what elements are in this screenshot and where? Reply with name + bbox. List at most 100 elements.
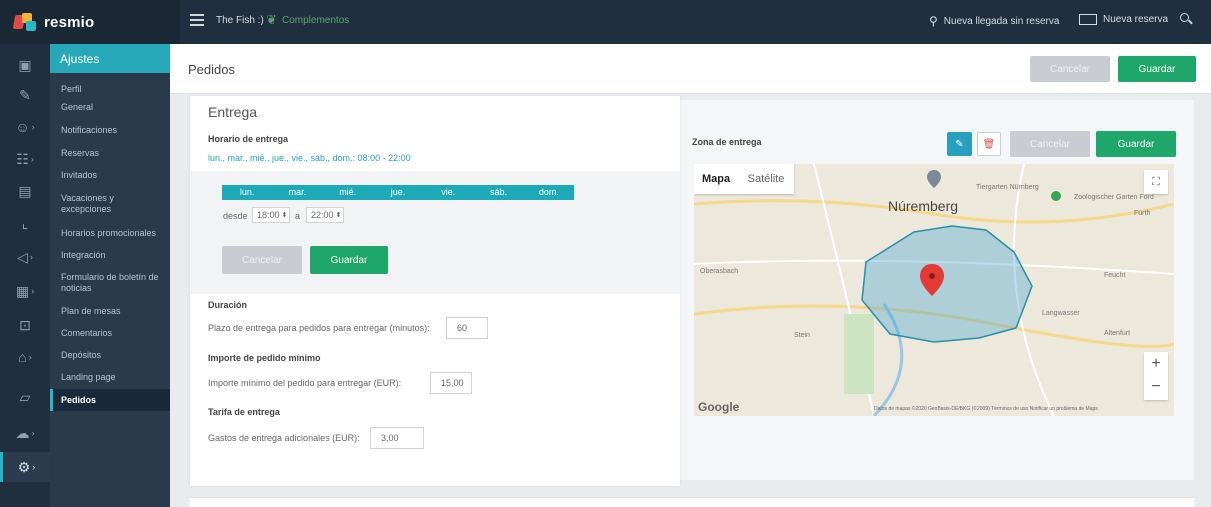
fee-input[interactable]: 3,00 [370,427,424,449]
select-arrow-icon: ⬍ [335,212,342,219]
orders-icon[interactable]: ☷ › [0,144,50,174]
submenu-item-pedidos[interactable]: Pedidos [50,389,170,411]
duration-label: Duración [208,300,248,310]
zoom-in-icon[interactable]: + [1144,352,1168,376]
city-label: Núremberg [888,198,959,214]
walkin-button[interactable]: ⚲ Nueva llegada sin reserva [929,14,1059,28]
place-label: Zoologischer Garten Ford [1074,194,1154,201]
submenu-item-perfil[interactable]: Perfil [50,84,170,95]
top-bar: resmio The Fish :) ⌄ ❦ Complementos ⚲ Nuev… [0,0,1211,44]
zone-label: Zona de entrega [692,137,762,147]
delivery-map[interactable]: Mapa Satélite ⛶ Núremberg Tiergarten Nür… [694,164,1174,416]
place-label: Stein [794,332,810,339]
zoom-control: + − [1144,352,1168,400]
place-label: Tiergarten Nürnberg [976,184,1039,191]
park-area [844,314,874,394]
schedule-label: Horario de entrega [208,134,289,144]
place-label: Feucht [1104,272,1126,279]
map-tab[interactable]: Mapa [694,164,738,194]
day-mon[interactable]: lun. [222,185,272,200]
submenu-item-boletin[interactable]: Formulario de boletín de [50,272,170,283]
submenu-item-boletin-2[interactable]: noticias [50,283,170,294]
walkin-label: Nueva llegada sin reserva [943,15,1060,27]
day-thu[interactable]: jue. [373,185,423,200]
place-label: Altenfurt [1104,330,1131,337]
submenu-item-comentarios[interactable]: Comentarios [50,328,170,339]
messages-icon[interactable]: ▤ [0,176,50,206]
day-tue[interactable]: mar. [272,185,322,200]
settings-icon[interactable]: ⚙ › [0,452,50,482]
duration-input[interactable]: 60 [446,317,488,339]
fee-label: Tarifa de entrega [208,407,280,417]
page-title: Pedidos [188,62,235,77]
place-label: Langwasser [1042,310,1080,317]
day-wed[interactable]: mié. [323,185,373,200]
submenu-header: Ajustes [50,44,170,73]
from-time-select[interactable]: 18:00 ⬍ [252,207,290,223]
from-label: desde [223,211,248,221]
day-sun[interactable]: dom. [524,185,574,200]
logo-text: resmio [44,13,95,31]
submenu-item-reservas[interactable]: Reservas [50,148,170,159]
schedule-editor: lun. mar. mié. jue. vie. sáb. dom. desde… [190,171,680,294]
day-sat[interactable]: sáb. [473,185,523,200]
cancel-button[interactable]: Cancelar [1030,56,1110,82]
table-icon[interactable]: ⊡ [0,310,50,340]
submenu-item-invitados[interactable]: Invitados [50,170,170,181]
to-time-select[interactable]: 22:00 ⬍ [306,207,344,223]
submenu-item-integracion[interactable]: Integración [50,250,170,261]
pen-icon[interactable]: ✎ [0,80,50,110]
satellite-tab[interactable]: Satélite [738,164,794,194]
schedule-save-button[interactable]: Guardar [310,246,388,274]
submenu-item-vacaciones[interactable]: Vacaciones y [50,193,170,204]
edit-zone-button[interactable]: ✎ [947,132,972,156]
min-order-input[interactable]: 15,00 [430,372,472,394]
day-selector: lun. mar. mié. jue. vie. sáb. dom. [222,185,574,200]
page-header: Pedidos Cancelar Guardar [170,44,1211,94]
pencil-icon: ✎ [955,138,964,150]
guests-icon[interactable]: ☺ › [0,112,50,142]
logo[interactable]: resmio [0,0,180,44]
zone-save-button[interactable]: Guardar [1096,131,1176,157]
from-time-value: 18:00 [257,210,280,220]
zone-cancel-button[interactable]: Cancelar [1010,131,1090,157]
venue-name: The Fish :) [216,15,264,26]
duration-text: Plazo de entrega para pedidos para entre… [208,323,430,333]
icon-rail: ▣ ✎ ☺ › ☷ › ▤ ⌞ ◁ › ▦ › ⊡ ⌂ › ▱ ☁ › ⚙ › [0,44,50,507]
new-reservation-label: Nueva reserva [1103,14,1169,25]
ticket-icon [1079,14,1097,25]
submenu-item-landing[interactable]: Landing page [50,372,170,383]
trash-icon: 🗑 [982,138,996,150]
submenu-item-vacaciones-2[interactable]: excepciones [50,204,170,215]
hamburger-menu-icon[interactable] [190,14,204,26]
calendar-icon[interactable]: ▣ [0,50,50,80]
save-button[interactable]: Guardar [1118,56,1196,82]
new-reservation-button[interactable]: Nueva reserva [1079,14,1168,25]
submenu-item-depositos[interactable]: Depósitos [50,350,170,361]
marketing-icon[interactable]: ◁ › [0,242,50,272]
map-attribution[interactable]: Datos de mapas ©2020 GeoBasis-DE/BKG (©2… [874,406,1098,412]
zoom-out-icon[interactable]: − [1144,376,1168,400]
complements-link[interactable]: Complementos [282,15,349,26]
walking-person-icon: ⚲ [929,14,938,28]
gift-icon[interactable]: ⌂ › [0,342,50,372]
search-icon[interactable] [1180,13,1193,25]
fullscreen-icon[interactable]: ⛶ [1144,170,1168,194]
docs-icon[interactable]: ▱ [0,382,50,412]
marker-dot [929,273,935,279]
cloud-icon[interactable]: ☁ › [0,418,50,448]
reports-icon[interactable]: ▦ › [0,276,50,306]
settings-submenu: Ajustes Perfil General Notificaciones Re… [50,44,170,507]
stats-icon[interactable]: ⌞ [0,208,50,238]
delete-zone-button[interactable]: 🗑 [977,132,1001,156]
submenu-item-general[interactable]: General [50,102,170,113]
next-section-edge [190,497,1194,507]
submenu-item-horarios[interactable]: Horarios promocionales [50,228,170,239]
schedule-cancel-button[interactable]: Cancelar [222,246,302,274]
fee-text: Gastos de entrega adicionales (EUR): [208,433,360,443]
schedule-summary-link[interactable]: lun., mar., mié., jue., vie., sáb., dom.… [208,153,411,163]
day-fri[interactable]: vie. [423,185,473,200]
submenu-item-notificaciones[interactable]: Notificaciones [50,125,170,136]
submenu-item-plan-mesas[interactable]: Plan de mesas [50,306,170,317]
place-label: Oberasbach [700,268,739,275]
